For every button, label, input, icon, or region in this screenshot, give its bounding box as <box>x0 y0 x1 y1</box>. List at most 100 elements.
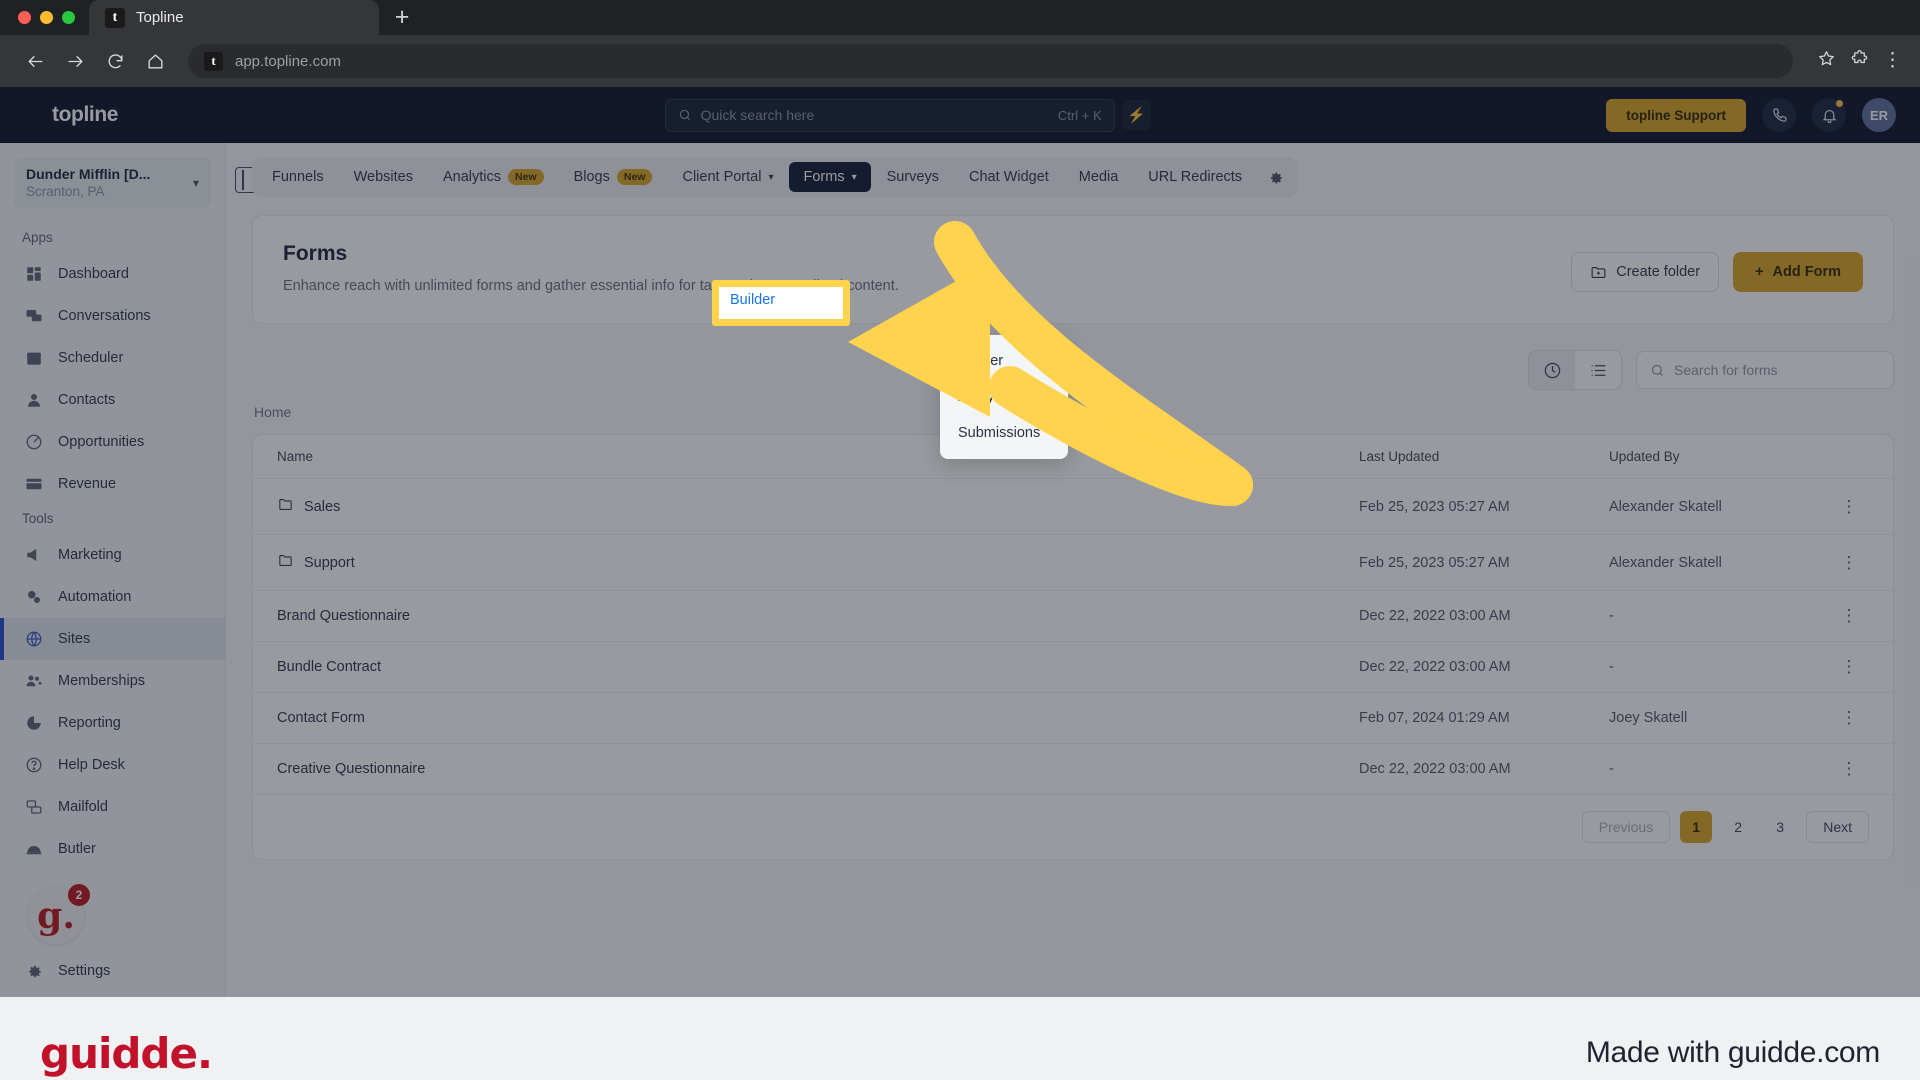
sidebar: Dunder Mifflin [D... Scranton, PA ▾ Apps… <box>0 143 261 997</box>
sidebar-item-butler[interactable]: Butler <box>0 828 225 870</box>
clock-icon[interactable] <box>1529 351 1575 390</box>
sidebar-item-memberships[interactable]: Memberships <box>0 660 225 702</box>
list-view-icon[interactable] <box>1575 351 1621 389</box>
back-arrow-icon[interactable] <box>18 44 52 78</box>
sidebar-item-mailfold[interactable]: Mailfold <box>0 786 225 828</box>
window-traffic-lights[interactable] <box>12 0 89 35</box>
topline-logo[interactable]: topline <box>24 103 209 127</box>
table-row[interactable]: Creative Questionnaire Dec 22, 2022 03:0… <box>253 744 1893 796</box>
browser-tab-title: Topline <box>136 9 184 26</box>
vertical-dots-icon[interactable]: ⋮ <box>1829 709 1869 726</box>
sidebar-item-revenue[interactable]: Revenue <box>0 463 225 505</box>
tab-url-redirects[interactable]: URL Redirects <box>1134 162 1256 192</box>
tab-analytics[interactable]: Analytics New <box>429 162 558 192</box>
address-bar[interactable]: t app.topline.com <box>188 44 1793 78</box>
pagination-page-1[interactable]: 1 <box>1680 811 1713 844</box>
add-form-button[interactable]: + Add Form <box>1733 252 1863 292</box>
sidebar-item-marketing[interactable]: Marketing <box>0 534 225 576</box>
tab-websites[interactable]: Websites <box>340 162 427 192</box>
row-name-cell[interactable]: Support <box>277 552 1359 573</box>
create-folder-button[interactable]: Create folder <box>1571 252 1720 292</box>
gear-icon[interactable] <box>1258 169 1292 186</box>
bell-icon[interactable] <box>1812 98 1846 132</box>
reload-icon[interactable] <box>98 44 132 78</box>
sidebar-item-label: Reporting <box>58 715 121 731</box>
row-name[interactable]: Contact Form <box>277 710 1359 726</box>
sidebar-item-dashboard[interactable]: Dashboard <box>0 253 225 295</box>
guidde-badge[interactable]: g. 2 <box>28 884 90 944</box>
sidebar-item-opportunities[interactable]: Opportunities <box>0 421 225 463</box>
table-row[interactable]: Support Feb 25, 2023 05:27 AM Alexander … <box>253 535 1893 592</box>
breadcrumb[interactable]: Home <box>254 404 1894 420</box>
location-switcher[interactable]: Dunder Mifflin [D... Scranton, PA ▾ <box>14 157 211 208</box>
row-updated-by: - <box>1609 761 1614 778</box>
sidebar-item-contacts[interactable]: Contacts <box>0 379 225 421</box>
lightning-bolt-icon[interactable]: ⚡ <box>1122 100 1151 130</box>
sidebar-item-settings[interactable]: Settings <box>0 950 225 992</box>
dropdown-item-builder-highlighted[interactable]: Builder <box>730 292 775 308</box>
row-name-cell[interactable]: Sales <box>277 496 1359 517</box>
browser-tab[interactable]: t Topline <box>89 0 379 35</box>
sidebar-item-sites[interactable]: Sites <box>0 618 225 660</box>
row-name[interactable]: Bundle Contract <box>277 659 1359 675</box>
dropdown-item-builder[interactable]: Builder <box>940 343 1068 379</box>
dropdown-item-analyze[interactable]: Analyze <box>940 379 1068 415</box>
maximize-window-button[interactable] <box>62 11 75 24</box>
tab-client-portal[interactable]: Client Portal ▾ <box>668 162 787 192</box>
row-name[interactable]: Brand Questionnaire <box>277 608 1359 624</box>
target-icon <box>24 432 44 452</box>
tab-funnels[interactable]: Funnels <box>258 162 338 192</box>
vertical-dots-icon[interactable]: ⋮ <box>1829 607 1869 624</box>
phone-icon[interactable] <box>1762 98 1796 132</box>
section-tabs-bar: Funnels Websites Analytics New Blogs New… <box>226 143 1920 197</box>
gears-icon <box>24 587 44 607</box>
topline-app: topline Quick search here Ctrl + K ⚡ top… <box>0 87 1920 997</box>
dropdown-item-submissions[interactable]: Submissions <box>940 415 1068 451</box>
minimize-window-button[interactable] <box>40 11 53 24</box>
sidebar-item-scheduler[interactable]: Scheduler <box>0 337 225 379</box>
sidebar-item-label: Contacts <box>58 392 116 408</box>
tab-blogs[interactable]: Blogs New <box>560 162 667 192</box>
table-row[interactable]: Contact Form Feb 07, 2024 01:29 AM Joey … <box>253 693 1893 745</box>
pagination-previous-button[interactable]: Previous <box>1581 811 1671 844</box>
vertical-dots-icon[interactable]: ⋮ <box>1829 498 1869 515</box>
vertical-dots-icon[interactable]: ⋮ <box>1829 760 1869 777</box>
tab-surveys[interactable]: Surveys <box>873 162 953 192</box>
vertical-dots-icon[interactable]: ⋮ <box>1829 554 1869 571</box>
home-icon[interactable] <box>138 44 172 78</box>
sidebar-item-automation[interactable]: Automation <box>0 576 225 618</box>
table-row[interactable]: Brand Questionnaire Dec 22, 2022 03:00 A… <box>253 591 1893 643</box>
tab-forms[interactable]: Forms ▾ <box>789 162 871 192</box>
sidebar-item-reporting[interactable]: Reporting <box>0 702 225 744</box>
tab-chat-widget[interactable]: Chat Widget <box>955 162 1063 192</box>
row-last-updated: Dec 22, 2022 03:00 AM <box>1359 761 1511 778</box>
avatar[interactable]: ER <box>1862 98 1896 132</box>
forward-arrow-icon[interactable] <box>58 44 92 78</box>
sidebar-item-label: Memberships <box>58 673 146 689</box>
vertical-dots-icon[interactable]: ⋮ <box>1829 658 1869 675</box>
tab-media[interactable]: Media <box>1065 162 1133 192</box>
row-updated-by: - <box>1609 608 1614 625</box>
topline-support-button[interactable]: topline Support <box>1606 98 1746 132</box>
search-placeholder: Search for forms <box>1674 362 1778 379</box>
pagination-next-button[interactable]: Next <box>1806 811 1869 844</box>
table-row[interactable]: Bundle Contract Dec 22, 2022 03:00 AM - … <box>253 642 1893 694</box>
quick-search-input[interactable]: Quick search here Ctrl + K <box>664 98 1115 132</box>
sidebar-item-help-desk[interactable]: Help Desk <box>0 744 225 786</box>
browser-toolbar: t app.topline.com ⋮ <box>0 35 1920 87</box>
sidebar-item-conversations[interactable]: Conversations <box>0 295 225 337</box>
pie-chart-icon <box>24 713 44 733</box>
globe-icon <box>24 629 44 649</box>
app-body: Dunder Mifflin [D... Scranton, PA ▾ Apps… <box>0 143 1920 997</box>
pagination-page-2[interactable]: 2 <box>1722 811 1754 843</box>
bookmark-star-icon[interactable] <box>1817 49 1836 73</box>
forms-page: Forms Enhance reach with unlimited forms… <box>226 197 1920 861</box>
table-row[interactable]: Sales Feb 25, 2023 05:27 AM Alexander Sk… <box>253 479 1893 536</box>
row-name[interactable]: Creative Questionnaire <box>277 761 1359 777</box>
pagination-page-3[interactable]: 3 <box>1764 811 1796 843</box>
new-tab-button[interactable]: + <box>379 0 425 35</box>
kebab-menu-icon[interactable]: ⋮ <box>1883 51 1902 70</box>
search-input[interactable]: Search for forms <box>1636 351 1894 390</box>
puzzle-icon[interactable] <box>1850 49 1869 73</box>
close-window-button[interactable] <box>18 11 31 24</box>
